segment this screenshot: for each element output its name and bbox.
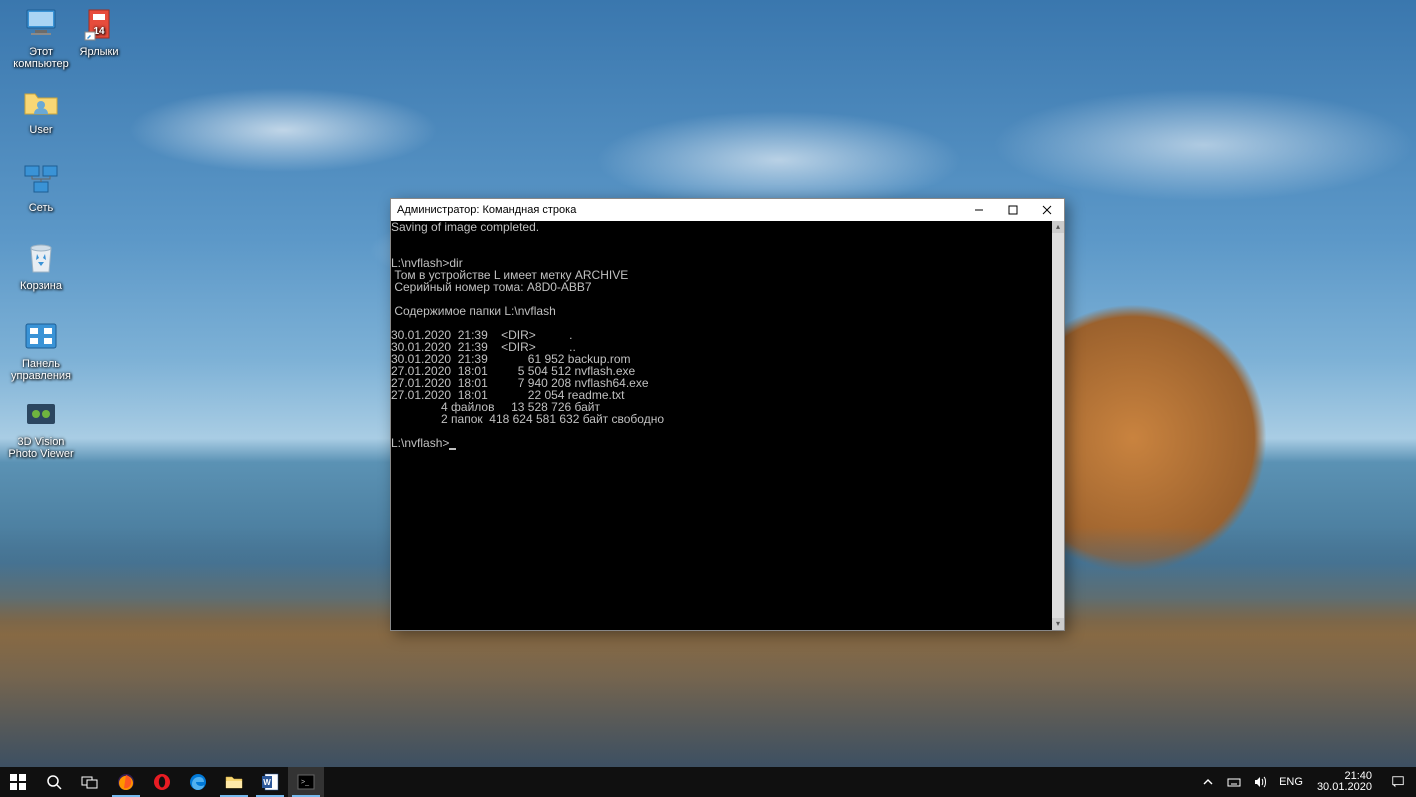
desktop-icon-network[interactable]: Сеть [4, 160, 78, 214]
search-button[interactable] [36, 767, 72, 797]
recycle-bin-icon [21, 238, 61, 278]
desktop-icon-label: Корзина [4, 280, 78, 292]
action-center-button[interactable] [1380, 767, 1416, 797]
tray-keyboard-icon[interactable] [1221, 767, 1247, 797]
network-icon [21, 160, 61, 200]
desktop-icon-label: Панельуправления [4, 358, 78, 382]
3dvision-icon [21, 394, 61, 434]
desktop-icon-label: Ярлыки [62, 46, 136, 58]
tray-date: 30.01.2020 [1317, 782, 1372, 793]
vertical-scrollbar[interactable]: ▴ ▾ [1052, 221, 1064, 630]
start-button[interactable] [0, 767, 36, 797]
opera-button[interactable] [144, 767, 180, 797]
desktop-icon-user[interactable]: User [4, 82, 78, 136]
tray-clock[interactable]: 21:40 30.01.2020 [1309, 767, 1380, 797]
svg-text:W: W [263, 778, 271, 787]
terminal-cursor [449, 448, 456, 450]
system-tray[interactable]: ENG 21:40 30.01.2020 [1195, 767, 1416, 797]
terminal-area[interactable]: Saving of image completed. L:\nvflash>di… [391, 221, 1064, 630]
scroll-up-arrow[interactable]: ▴ [1052, 221, 1064, 233]
desktop-icon-shortcuts[interactable]: 14 Ярлыки [62, 4, 136, 58]
desktop-icon-label: Сеть [4, 202, 78, 214]
desktop[interactable]: Этоткомпьютер User Сеть Корзина Панельуп… [0, 0, 1416, 797]
window-title: Администратор: Командная строка [397, 204, 962, 216]
user-folder-icon [21, 82, 61, 122]
cmd-button[interactable]: >_ [288, 767, 324, 797]
title-bar[interactable]: Администратор: Командная строка [391, 199, 1064, 221]
desktop-icon-label: 3D VisionPhoto Viewer [4, 436, 78, 460]
scroll-down-arrow[interactable]: ▾ [1052, 618, 1064, 630]
word-button[interactable]: W [252, 767, 288, 797]
tray-overflow-button[interactable] [1195, 767, 1221, 797]
desktop-icon-recycle-bin[interactable]: Корзина [4, 238, 78, 292]
shortcuts-folder-icon: 14 [79, 4, 119, 44]
terminal-output: Saving of image completed. L:\nvflash>di… [391, 221, 1052, 450]
desktop-icon-3dvision[interactable]: 3D VisionPhoto Viewer [4, 394, 78, 460]
control-panel-icon [21, 316, 61, 356]
minimize-button[interactable] [962, 199, 996, 221]
tray-language[interactable]: ENG [1273, 767, 1309, 797]
desktop-icon-label: User [4, 124, 78, 136]
close-button[interactable] [1030, 199, 1064, 221]
svg-text:>_: >_ [301, 779, 309, 786]
desktop-icon-control-panel[interactable]: Панельуправления [4, 316, 78, 382]
maximize-button[interactable] [996, 199, 1030, 221]
file-explorer-button[interactable] [216, 767, 252, 797]
taskbar[interactable]: W >_ ENG 21:40 30.01.2020 [0, 767, 1416, 797]
command-prompt-window[interactable]: Администратор: Командная строка Saving o… [390, 198, 1065, 631]
task-view-button[interactable] [72, 767, 108, 797]
edge-button[interactable] [180, 767, 216, 797]
scroll-track[interactable] [1052, 233, 1064, 618]
computer-icon [21, 4, 61, 44]
tray-volume-icon[interactable] [1247, 767, 1273, 797]
firefox-button[interactable] [108, 767, 144, 797]
